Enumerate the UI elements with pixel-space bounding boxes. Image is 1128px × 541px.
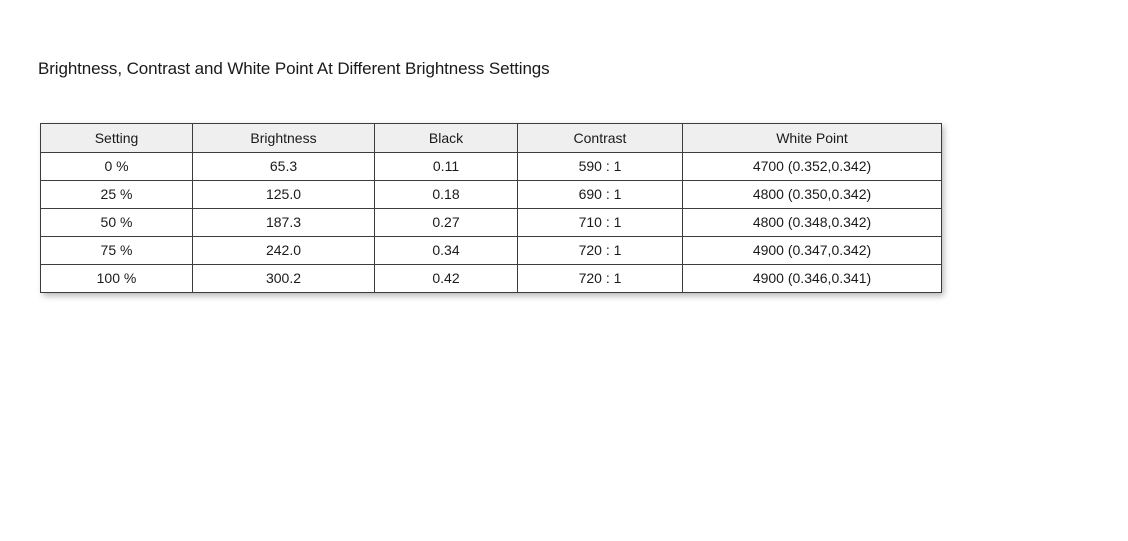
cell-black: 0.42 xyxy=(374,264,518,293)
cell-contrast: 720 : 1 xyxy=(517,236,683,265)
cell-white-point: 4900 (0.346,0.341) xyxy=(682,264,942,293)
measurements-table: Setting Brightness Black Contrast White … xyxy=(40,123,942,293)
column-header-contrast: Contrast xyxy=(517,123,683,153)
table-header-row: Setting Brightness Black Contrast White … xyxy=(40,123,942,153)
cell-black: 0.34 xyxy=(374,236,518,265)
table-row: 75 % 242.0 0.34 720 : 1 4900 (0.347,0.34… xyxy=(40,236,942,265)
cell-contrast: 720 : 1 xyxy=(517,264,683,293)
cell-brightness: 242.0 xyxy=(192,236,375,265)
cell-white-point: 4800 (0.348,0.342) xyxy=(682,208,942,237)
cell-white-point: 4700 (0.352,0.342) xyxy=(682,152,942,181)
table-row: 100 % 300.2 0.42 720 : 1 4900 (0.346,0.3… xyxy=(40,264,942,293)
cell-setting: 100 % xyxy=(40,264,193,293)
table-row: 50 % 187.3 0.27 710 : 1 4800 (0.348,0.34… xyxy=(40,208,942,237)
column-header-setting: Setting xyxy=(40,123,193,153)
column-header-brightness: Brightness xyxy=(192,123,375,153)
table-header: Setting Brightness Black Contrast White … xyxy=(40,123,942,153)
cell-setting: 0 % xyxy=(40,152,193,181)
column-header-white-point: White Point xyxy=(682,123,942,153)
cell-setting: 75 % xyxy=(40,236,193,265)
table-body: 0 % 65.3 0.11 590 : 1 4700 (0.352,0.342)… xyxy=(40,152,942,293)
cell-black: 0.27 xyxy=(374,208,518,237)
cell-setting: 50 % xyxy=(40,208,193,237)
cell-brightness: 300.2 xyxy=(192,264,375,293)
page-title: Brightness, Contrast and White Point At … xyxy=(38,59,550,78)
measurements-table-container: Setting Brightness Black Contrast White … xyxy=(40,123,942,293)
cell-black: 0.18 xyxy=(374,180,518,209)
cell-brightness: 65.3 xyxy=(192,152,375,181)
cell-brightness: 187.3 xyxy=(192,208,375,237)
cell-black: 0.11 xyxy=(374,152,518,181)
cell-brightness: 125.0 xyxy=(192,180,375,209)
page-canvas: Brightness, Contrast and White Point At … xyxy=(0,0,1128,541)
table-row: 25 % 125.0 0.18 690 : 1 4800 (0.350,0.34… xyxy=(40,180,942,209)
cell-contrast: 710 : 1 xyxy=(517,208,683,237)
cell-white-point: 4900 (0.347,0.342) xyxy=(682,236,942,265)
cell-white-point: 4800 (0.350,0.342) xyxy=(682,180,942,209)
cell-contrast: 690 : 1 xyxy=(517,180,683,209)
cell-contrast: 590 : 1 xyxy=(517,152,683,181)
column-header-black: Black xyxy=(374,123,518,153)
cell-setting: 25 % xyxy=(40,180,193,209)
table-row: 0 % 65.3 0.11 590 : 1 4700 (0.352,0.342) xyxy=(40,152,942,181)
